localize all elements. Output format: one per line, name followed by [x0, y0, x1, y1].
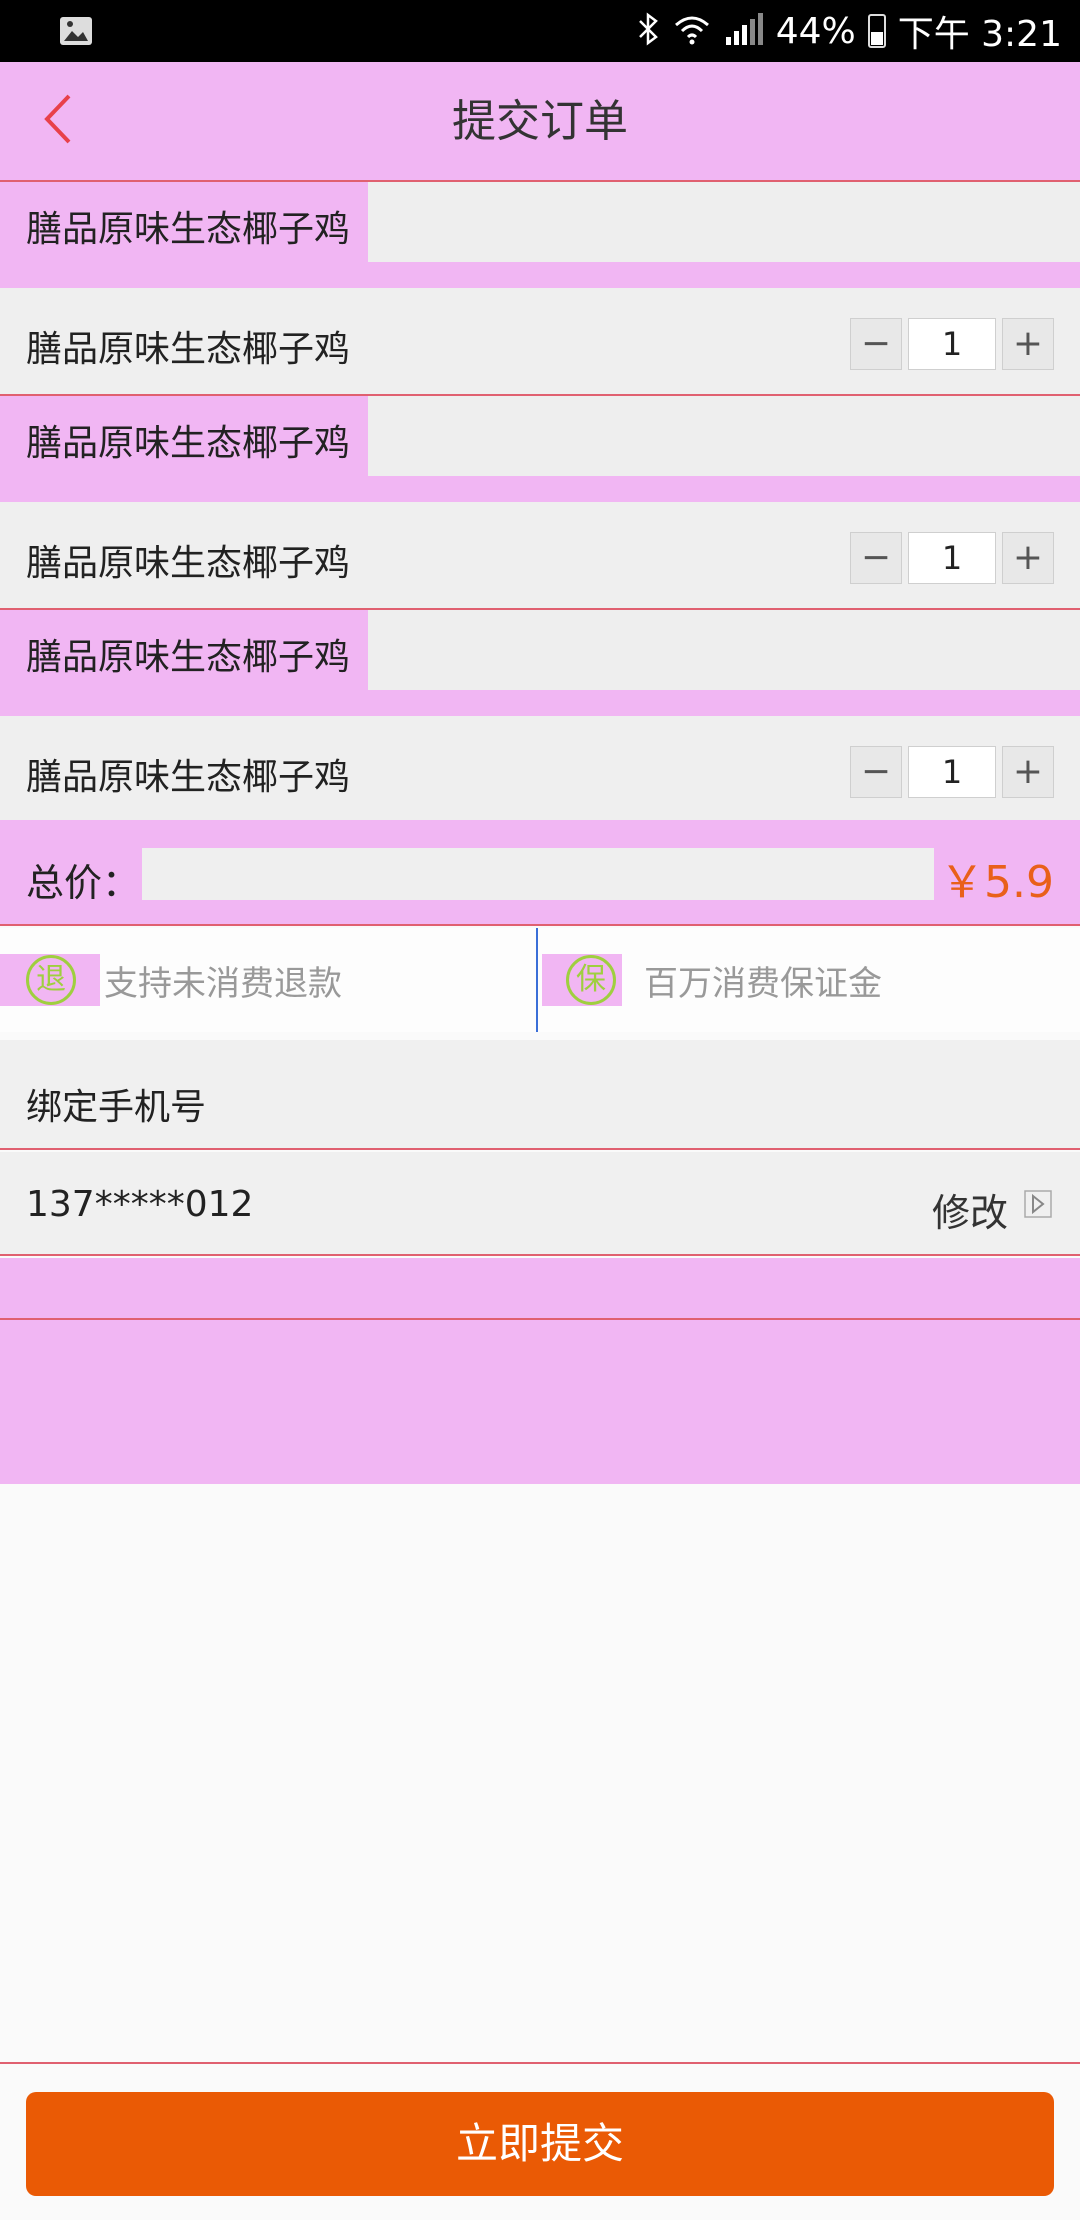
chevron-left-icon	[39, 92, 79, 150]
order-item: 膳品原味生态椰子鸡 膳品原味生态椰子鸡 − 1 +	[0, 396, 1080, 610]
edit-phone-button[interactable]: 修改	[932, 1182, 1008, 1237]
battery-icon	[867, 14, 886, 48]
item-name: 膳品原味生态椰子鸡	[26, 329, 351, 370]
decrease-button[interactable]: −	[850, 746, 902, 798]
order-title: 膳品原味生态椰子鸡	[26, 423, 351, 464]
page-title: 提交订单	[452, 96, 628, 147]
total-price: ￥5.9	[940, 857, 1054, 908]
order-header: 膳品原味生态椰子鸡	[0, 396, 1080, 502]
refund-guarantee: 退 支持未消费退款	[0, 928, 538, 1032]
order-item: 膳品原味生态椰子鸡 膳品原味生态椰子鸡 − 1 +	[0, 610, 1080, 824]
order-title: 膳品原味生态椰子鸡	[26, 637, 351, 678]
order-line: 膳品原味生态椰子鸡 − 1 +	[0, 716, 1080, 824]
phone-section-header: 绑定手机号	[0, 1040, 1080, 1150]
battery-percent: 44%	[775, 10, 856, 52]
spacer	[0, 1258, 1080, 1484]
quantity-stepper: − 1 +	[850, 318, 1054, 370]
signal-icon	[724, 11, 764, 51]
insurance-guarantee: 保 百万消费保证金	[540, 928, 1080, 1032]
quantity-field[interactable]: 1	[908, 318, 996, 370]
total-field	[142, 848, 934, 900]
guarantee-bar: 退 支持未消费退款 保 百万消费保证金	[0, 928, 1080, 1032]
order-line: 膳品原味生态椰子鸡 − 1 +	[0, 502, 1080, 610]
quantity-stepper: − 1 +	[850, 532, 1054, 584]
decrease-button[interactable]: −	[850, 318, 902, 370]
decrease-button[interactable]: −	[850, 532, 902, 584]
quantity-field[interactable]: 1	[908, 532, 996, 584]
image-icon	[58, 13, 94, 49]
order-list: 膳品原味生态椰子鸡 膳品原味生态椰子鸡 − 1 + 膳品原味生态椰子鸡 膳品原味…	[0, 182, 1080, 824]
wifi-icon	[672, 11, 712, 51]
back-button[interactable]	[30, 92, 88, 150]
status-bar: 44% 下午 3:21	[0, 0, 1080, 62]
phone-row[interactable]: 137*****012 修改	[0, 1152, 1080, 1256]
item-name: 膳品原味生态椰子鸡	[26, 757, 351, 798]
order-line: 膳品原味生态椰子鸡 − 1 +	[0, 288, 1080, 396]
insurance-badge-icon: 保	[566, 955, 616, 1005]
chevron-right-icon[interactable]	[1022, 1188, 1054, 1220]
order-item: 膳品原味生态椰子鸡 膳品原味生态椰子鸡 − 1 +	[0, 182, 1080, 396]
submit-button[interactable]: 立即提交	[26, 2092, 1054, 2196]
bluetooth-icon	[636, 11, 660, 51]
increase-button[interactable]: +	[1002, 746, 1054, 798]
total-label: 总价：	[26, 861, 141, 905]
quantity-field[interactable]: 1	[908, 746, 996, 798]
order-header: 膳品原味生态椰子鸡	[0, 610, 1080, 716]
app-header: 提交订单	[0, 62, 1080, 182]
refund-badge-icon: 退	[26, 955, 76, 1005]
phone-number: 137*****012	[26, 1184, 254, 1225]
total-row: 总价： ￥5.9	[0, 820, 1080, 926]
increase-button[interactable]: +	[1002, 532, 1054, 584]
phone-label: 绑定手机号	[26, 1087, 207, 1128]
item-name: 膳品原味生态椰子鸡	[26, 543, 351, 584]
quantity-stepper: − 1 +	[850, 746, 1054, 798]
clock: 下午 3:21	[897, 14, 1062, 55]
increase-button[interactable]: +	[1002, 318, 1054, 370]
order-title: 膳品原味生态椰子鸡	[26, 209, 351, 250]
refund-text: 支持未消费退款	[104, 963, 342, 1004]
order-header: 膳品原味生态椰子鸡	[0, 182, 1080, 288]
bottom-bar: 立即提交	[0, 2062, 1080, 2220]
insurance-text: 百万消费保证金	[644, 963, 882, 1004]
